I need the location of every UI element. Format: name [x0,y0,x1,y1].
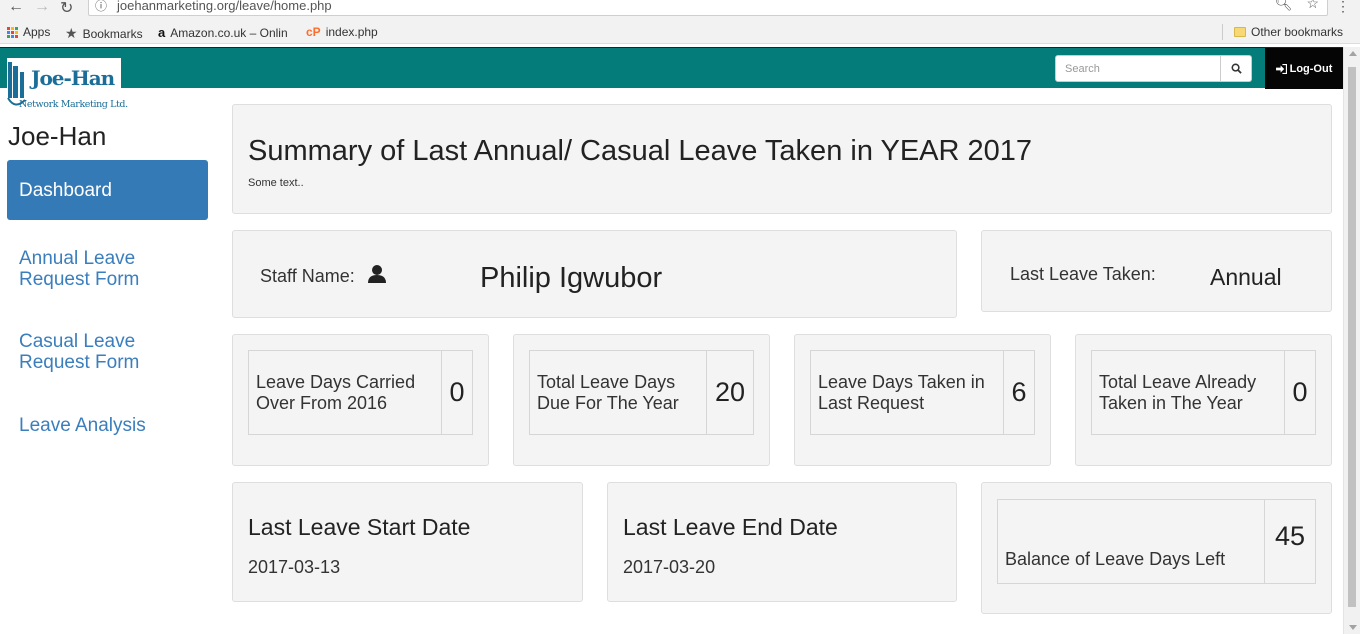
stat-box: Total Leave Days Due For The Year 20 [529,350,754,435]
bookmark-label: Amazon.co.uk – Onlin [170,25,288,40]
stat-label: Total Leave Days Due For The Year [530,351,707,434]
last-leave-value: Annual [1210,264,1282,290]
bookmark-label: Apps [23,25,51,39]
staff-name-value: Philip Igwubor [480,262,663,294]
stat-panel-already-taken: Total Leave Already Taken in The Year 0 [1075,334,1332,466]
search-icon [1231,63,1242,74]
stat-label: Leave Days Carried Over From 2016 [249,351,442,434]
page-subtitle: Some text.. [248,177,304,189]
stat-value: 0 [449,377,465,407]
company-logo: Joe-Han Network Marketing Ltd. [7,58,128,113]
user-icon [368,265,386,283]
page-title: Summary of Last Annual/ Casual Leave Tak… [248,135,1033,167]
apps-grid-icon [7,26,18,38]
back-icon[interactable]: ← [8,0,24,16]
logout-label: Log-Out [1289,62,1333,75]
stat-value: 0 [1292,377,1308,407]
sidebar-item-label: Casual Leave Request Form [19,331,140,373]
cpanel-icon: cP [306,25,321,39]
reload-icon[interactable]: ↻ [60,0,73,18]
brand-name: Joe-Han [8,121,107,151]
search-button[interactable] [1221,55,1252,82]
browser-toolbar: ← → ↻ ⓘ joehanmarketing.org/leave/home.p… [0,0,1360,20]
stat-box: Leave Days Carried Over From 2016 0 [248,350,473,435]
bookmark-label: index.php [325,25,378,39]
staff-name-label: Staff Name: [260,266,355,286]
summary-panel: Summary of Last Annual/ Casual Leave Tak… [232,104,1332,214]
page-scrollbar[interactable] [1343,47,1360,634]
logo-name: Joe-Han [31,66,115,90]
balance-value: 45 [1274,521,1306,551]
bookmarks-divider [1222,24,1223,40]
browser-menu-icon[interactable]: ⋮ [1336,0,1350,15]
bookmark-star-icon[interactable]: ☆ [1306,0,1319,11]
bookmark-label: Other bookmarks [1251,25,1344,39]
sidebar-item-dashboard[interactable]: Dashboard [7,160,208,220]
forward-icon[interactable]: → [34,0,50,16]
start-date-panel: Last Leave Start Date 2017-03-13 [232,482,583,602]
balance-panel: Balance of Leave Days Left 45 [981,482,1332,614]
balance-label: Balance of Leave Days Left [998,500,1265,583]
star-icon: ★ [65,25,78,41]
scroll-up-arrow[interactable] [1349,51,1357,56]
logout-button[interactable]: Log-Out [1265,48,1343,89]
start-date-value: 2017-03-13 [248,557,341,577]
stat-panel-last-request: Leave Days Taken in Last Request 6 [794,334,1051,466]
logo-subtitle: Network Marketing Ltd. [19,99,128,110]
sidebar-item-casual-leave[interactable]: Casual Leave Request Form [7,331,208,373]
stat-label: Total Leave Already Taken in The Year [1092,351,1285,434]
scroll-down-arrow[interactable] [1349,625,1357,630]
end-date-title: Last Leave End Date [623,514,838,540]
sidebar-item-label: Annual Leave Request Form [19,248,140,290]
sidebar-item-label: Leave Analysis [19,415,146,436]
stat-value: 20 [714,377,746,407]
search-input[interactable] [1055,55,1221,82]
stat-panel-total-due: Total Leave Days Due For The Year 20 [513,334,770,466]
address-bar[interactable]: ⓘ joehanmarketing.org/leave/home.php 🔍︎ … [88,0,1328,16]
bookmarks-bar: Apps ★ Bookmarks a Amazon.co.uk – Onlin … [0,20,1360,44]
stat-box: Total Leave Already Taken in The Year 0 [1091,350,1316,435]
scroll-thumb[interactable] [1348,67,1356,607]
bookmark-apps[interactable]: Apps [7,25,50,39]
bookmark-amazon[interactable]: a Amazon.co.uk – Onlin [158,25,288,40]
folder-icon [1234,27,1246,37]
bookmark-label: Bookmarks [82,26,143,41]
url-text: joehanmarketing.org/leave/home.php [117,0,332,13]
last-leave-panel: Last Leave Taken: Annual [981,230,1332,312]
balance-box: Balance of Leave Days Left 45 [997,499,1316,584]
top-navbar: Log-Out [0,47,1343,89]
search-form [1055,55,1252,82]
end-date-value: 2017-03-20 [623,557,716,577]
last-leave-label: Last Leave Taken: [1010,264,1156,284]
stat-panel-carried-over: Leave Days Carried Over From 2016 0 [232,334,489,466]
stat-box: Leave Days Taken in Last Request 6 [810,350,1035,435]
info-icon[interactable]: ⓘ [95,0,107,14]
sidebar-item-annual-leave[interactable]: Annual Leave Request Form [7,248,208,290]
bookmark-other[interactable]: Other bookmarks [1234,25,1343,39]
end-date-panel: Last Leave End Date 2017-03-20 [607,482,957,602]
staff-panel: Staff Name: Philip Igwubor [232,230,957,318]
stat-label: Leave Days Taken in Last Request [811,351,1004,434]
start-date-title: Last Leave Start Date [248,514,471,540]
bookmark-bookmarks[interactable]: ★ Bookmarks [65,25,143,42]
sidebar-item-label: Dashboard [19,179,112,201]
logout-icon [1275,63,1287,74]
zoom-icon[interactable]: 🔍︎ [1275,0,1293,11]
amazon-icon: a [158,25,166,40]
url-action-icons: 🔍︎ ☆ [1275,0,1319,12]
stat-value: 6 [1011,377,1027,407]
bookmark-index[interactable]: cP index.php [306,25,378,39]
sidebar-item-leave-analysis[interactable]: Leave Analysis [7,415,208,436]
